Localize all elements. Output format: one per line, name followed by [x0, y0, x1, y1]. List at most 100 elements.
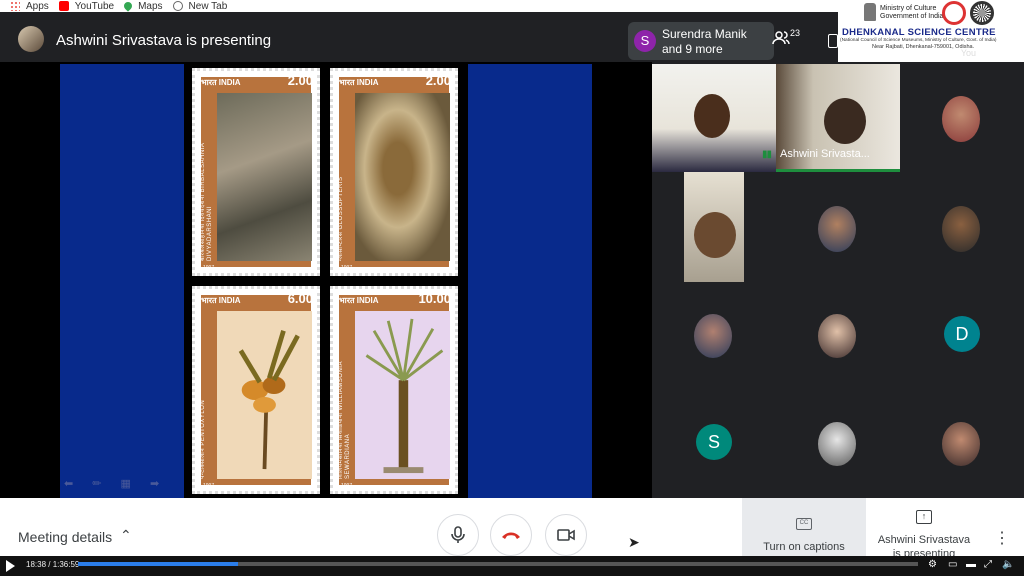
- bookmark-new-tab[interactable]: New Tab: [172, 0, 228, 12]
- participant-tile[interactable]: [684, 172, 744, 282]
- bookmark-apps[interactable]: Apps: [10, 0, 49, 12]
- stamp-name: पेन्टोक्सीलॉन PENTOXYLON: [200, 399, 206, 479]
- present-button[interactable]: ↑ Ashwini Srivastava is presenting: [866, 498, 982, 560]
- participant-avatar[interactable]: [942, 422, 980, 466]
- captions-button[interactable]: CC Turn on captions: [742, 498, 866, 558]
- pentoxylon-plant-icon: [238, 330, 300, 470]
- speaking-indicator-icon: ▮▮: [762, 149, 772, 160]
- stamp-country: भारत INDIA: [339, 78, 379, 87]
- dhenkanal-logo: Ministry of Culture Government of India …: [838, 0, 1024, 62]
- stamp-image: [217, 93, 312, 261]
- participant-letter-avatar-s[interactable]: S: [696, 424, 732, 460]
- camera-button[interactable]: [545, 514, 587, 556]
- participant-avatar[interactable]: [818, 206, 856, 252]
- stamp-country: भारत INDIA: [339, 296, 379, 305]
- logo-title: DHENKANAL SCIENCE CENTRE: [842, 27, 996, 38]
- stamp-name: ग्लोसोप्टेरिस GLOSSOPTERIS: [338, 176, 344, 261]
- present-label-line1: Ashwini Srivastava: [877, 534, 971, 546]
- participant-avatar[interactable]: [942, 96, 980, 142]
- progress-fill: [78, 562, 238, 566]
- apps-icon: [10, 1, 20, 11]
- participant-avatar: S: [634, 30, 656, 52]
- progress-bar[interactable]: [78, 562, 918, 566]
- participants-line2: and 9 more: [662, 42, 723, 56]
- participants-chip[interactable]: S Surendra Manik and 9 more: [628, 22, 774, 60]
- williamsonia-plant-icon: [365, 318, 444, 474]
- microphone-icon: [451, 526, 465, 543]
- bookmark-maps[interactable]: Maps: [122, 0, 163, 12]
- stamp-price: 2.00: [287, 73, 313, 88]
- participant-face: [694, 94, 730, 138]
- participant-avatar[interactable]: [694, 314, 732, 358]
- stamp-country: भारत INDIA: [201, 296, 241, 305]
- phone-hangup-icon: [502, 532, 520, 539]
- end-call-button[interactable]: [490, 514, 532, 556]
- presentation-stage: भारत INDIA 2.00 बीरबलसाहनिया दिवयदर्शनी …: [0, 62, 652, 498]
- stamp-year: 1997: [341, 483, 353, 489]
- ministry-line1: Ministry of Culture: [880, 5, 937, 12]
- theater-mode-icon[interactable]: ▬: [966, 559, 976, 570]
- video-player-bar: 18:38 / 1:36:59 ⚙ ▭ ▬ ⤢ 🔈: [0, 556, 1024, 576]
- meeting-controls: Meeting details ⌃ ➤ CC Turn on captions …: [0, 498, 1024, 560]
- you-label: You: [960, 48, 976, 58]
- captions-label: Turn on captions: [763, 541, 845, 553]
- stamp-birbalsahnia: भारत INDIA 2.00 बीरबलसाहनिया दिवयदर्शनी …: [192, 68, 320, 276]
- bookmark-label: Maps: [138, 0, 163, 12]
- stamp-name: बीरबलसाहनिया दिवयदर्शनी BIRBALSAHNIA DIV…: [200, 142, 213, 261]
- stamp-year: 1997: [341, 265, 353, 271]
- more-options-icon[interactable]: ⋮: [994, 528, 1010, 548]
- youtube-icon: [58, 1, 69, 11]
- presenting-title: Ashwini Srivastava is presenting: [56, 32, 272, 49]
- participant-grid: You ▮▮ Ashwini Srivasta... D S: [652, 48, 1024, 498]
- globe-icon: [172, 1, 183, 11]
- bookmark-label: YouTube: [74, 0, 115, 12]
- participant-avatar[interactable]: [942, 206, 980, 252]
- settings-gear-icon[interactable]: ⚙: [928, 559, 937, 570]
- closed-captions-icon: CC: [796, 518, 812, 530]
- chevron-up-icon[interactable]: ⌃: [120, 527, 132, 544]
- participant-face: [694, 212, 736, 258]
- stamp-name: विलियमसोनिया सिवार्डियाना WILLIAMSONIA S…: [338, 361, 351, 479]
- stamp-price: 10.00: [418, 291, 451, 306]
- miniplayer-icon[interactable]: ▭: [948, 559, 957, 570]
- logo-address: Near Rajbati, Dhenkanal-759001, Odisha.: [872, 44, 975, 50]
- video-camera-icon: [557, 529, 575, 541]
- slide: भारत INDIA 2.00 बीरबलसाहनिया दिवयदर्शनी …: [60, 64, 592, 498]
- fullscreen-icon[interactable]: ⤢: [984, 559, 992, 570]
- participant-letter-avatar-d[interactable]: D: [944, 316, 980, 352]
- maps-icon: [122, 0, 134, 12]
- stamp-image: [355, 93, 450, 261]
- present-screen-icon: ↑: [916, 510, 932, 524]
- bookmark-label: New Tab: [188, 0, 228, 12]
- participant-avatar[interactable]: [818, 314, 856, 358]
- stamps-panel: भारत INDIA 2.00 बीरबलसाहनिया दिवयदर्शनी …: [184, 64, 468, 498]
- people-count-badge: 23: [790, 28, 801, 38]
- microphone-button[interactable]: [437, 514, 479, 556]
- stamp-pentoxylon: भारत INDIA 6.00 पेन्टोक्सीलॉन PENTOXYLON…: [192, 286, 320, 494]
- bookmark-label: Apps: [26, 0, 49, 12]
- people-icon: [772, 31, 790, 45]
- stamp-country: भारत INDIA: [201, 78, 241, 87]
- volume-icon[interactable]: 🔈: [1002, 559, 1014, 570]
- participant-avatar[interactable]: [818, 422, 856, 466]
- ministry-text: Ministry of Culture Government of India: [880, 5, 943, 21]
- play-icon[interactable]: [6, 560, 15, 572]
- stamp-price: 6.00: [287, 291, 313, 306]
- active-speaker-name: Ashwini Srivasta...: [780, 148, 870, 160]
- participant-tile[interactable]: [652, 64, 776, 172]
- wheel-icon: [970, 1, 994, 25]
- slide-toolbar[interactable]: ⬅ ✏ ▦ ➡: [64, 477, 167, 490]
- stamp-image: [217, 311, 312, 479]
- bookmark-youtube[interactable]: YouTube: [58, 0, 115, 12]
- presenter-avatar: [18, 26, 44, 52]
- national-emblem-icon: [864, 3, 876, 21]
- participants-line1: Surendra Manik: [662, 27, 747, 41]
- chat-icon[interactable]: [828, 34, 838, 48]
- meeting-details-button[interactable]: Meeting details: [18, 529, 112, 545]
- logo-subtitle: (National Council of Science Museums, Mi…: [840, 38, 997, 43]
- seal-icon: [942, 1, 966, 25]
- stamp-year: 1997: [203, 265, 215, 271]
- stamp-glossopteris: भारत INDIA 2.00 ग्लोसोप्टेरिस GLOSSOPTER…: [330, 68, 458, 276]
- stamp-year: 1997: [203, 483, 215, 489]
- participant-face: [824, 98, 866, 144]
